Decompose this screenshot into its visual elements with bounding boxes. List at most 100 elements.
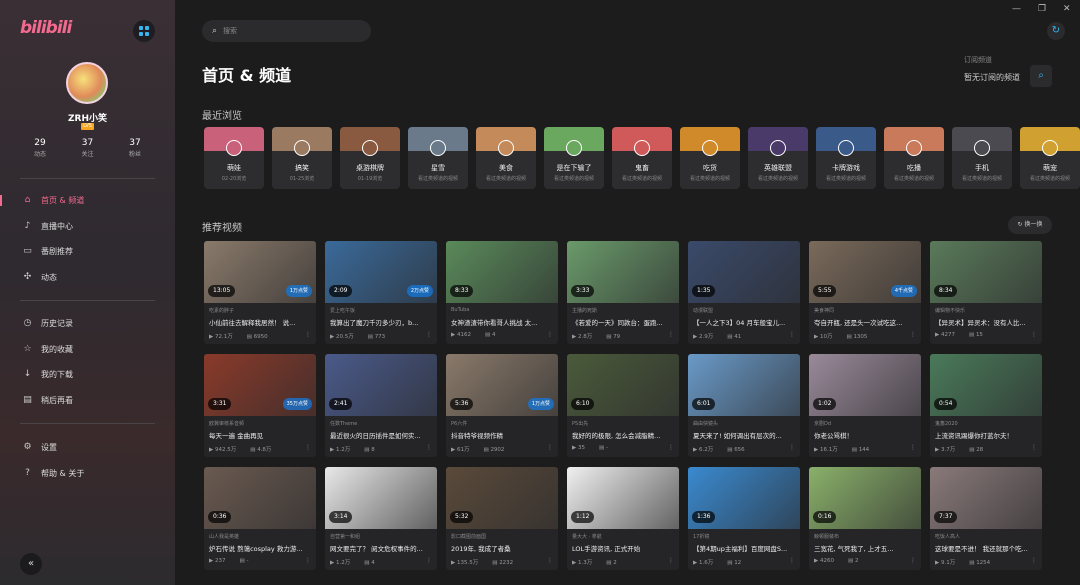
avatar[interactable] <box>66 62 108 104</box>
video-card[interactable]: 1:36 17折镜 【第4期up主福利】百度网盘S... ▶ 1.6万 ▤ 12 ⋮ <box>688 467 800 570</box>
more-options-icon[interactable]: ⋮ <box>305 331 311 338</box>
collapse-sidebar-button[interactable]: « <box>20 553 42 575</box>
recent-channel-card[interactable]: 星雪 看过类频道的视频 <box>408 127 468 189</box>
more-options-icon[interactable]: ⋮ <box>426 331 432 338</box>
video-card[interactable]: 1:35 动漫联盟 【一人之下3】04 月车般宝儿... ▶ 2.9万 ▤ 41 ⋮ <box>688 241 800 344</box>
uploader-name[interactable]: 鲸顿服装布 <box>814 533 916 540</box>
recent-channel-card[interactable]: 搞笑 01-25浏览 <box>272 127 332 189</box>
video-card[interactable]: 5:55 4千点赞 美食神同 夸自开瓶, 还是头一次试吃这... ▶ 10万 ▤ 1305… <box>809 241 921 344</box>
uploader-name[interactable]: 量大大 · 拿航 <box>572 533 674 540</box>
more-options-icon[interactable]: ⋮ <box>668 444 674 451</box>
sidebar-item[interactable]: ✣ 动态 <box>0 265 175 291</box>
video-title[interactable]: 2019年, 我成了者桑 <box>451 543 553 553</box>
close-button[interactable]: ✕ <box>1063 4 1071 14</box>
uploader-name[interactable]: 欧冀审核系音频 <box>209 420 311 427</box>
video-card[interactable]: 8:33 BuTuba 女神渣渣带你看哥人挑战 太... ▶ 4162 ▤ 4 ⋮ <box>446 241 558 344</box>
uploader-name[interactable]: 吃素的胖子 <box>209 307 311 314</box>
uploader-name[interactable]: 动漫联盟 <box>693 307 795 314</box>
more-options-icon[interactable]: ⋮ <box>789 557 795 564</box>
apps-grid-button[interactable] <box>133 20 155 42</box>
uploader-name[interactable]: BuTuba <box>451 307 553 313</box>
video-title[interactable]: 我算出了魔刀千刃多少刃，b... <box>330 317 432 327</box>
more-options-icon[interactable]: ⋮ <box>547 444 553 451</box>
shuffle-button[interactable]: ↻ 换一换 <box>1008 216 1052 234</box>
bilibili-logo[interactable]: bilibili <box>20 18 72 38</box>
video-title[interactable]: 这球要是不进！ 我还就那个吃... <box>935 543 1037 553</box>
uploader-name[interactable]: 主播的死斯 <box>572 307 674 314</box>
uploader-name[interactable]: 自营第一和组 <box>330 533 432 540</box>
recent-channel-card[interactable]: 萌宠 看过类频道的视频 <box>1020 127 1080 189</box>
more-options-icon[interactable]: ⋮ <box>1031 557 1037 564</box>
more-options-icon[interactable]: ⋮ <box>547 331 553 338</box>
uploader-name[interactable]: 吃饭人高人 <box>935 533 1037 540</box>
more-options-icon[interactable]: ⋮ <box>668 557 674 564</box>
uploader-name[interactable]: P5出先 <box>572 420 674 427</box>
recent-channel-card[interactable]: 萌娃 02-20浏览 <box>204 127 264 189</box>
more-options-icon[interactable]: ⋮ <box>426 557 432 564</box>
more-options-icon[interactable]: ⋮ <box>1031 331 1037 338</box>
stat-following[interactable]: 37 关注 <box>68 138 108 158</box>
video-card[interactable]: 5:32 影口截图前面国 2019年, 我成了者桑 ▶ 135.5万 ▤ 2232 ⋮ <box>446 467 558 570</box>
video-title[interactable]: 夏天来了! 如何调出有层次的... <box>693 430 795 440</box>
video-card[interactable]: 0:54 鬼畜2020 上流资讯踢爆你打蓝尔夫！ ▶ 3.7万 ▤ 28 ⋮ <box>930 354 1042 457</box>
uploader-name[interactable]: 曲由快镜头 <box>693 420 795 427</box>
more-options-icon[interactable]: ⋮ <box>910 331 916 338</box>
uploader-name[interactable]: 美食神同 <box>814 307 916 314</box>
uploader-name[interactable]: 鬼畜2020 <box>935 420 1037 427</box>
recent-channel-card[interactable]: 桌游棋牌 01-19浏览 <box>340 127 400 189</box>
more-options-icon[interactable]: ⋮ <box>426 444 432 451</box>
video-title[interactable]: 三宽花, 气死我了, 上才五... <box>814 543 916 553</box>
video-card[interactable]: 7:37 吃饭人高人 这球要是不进！ 我还就那个吃... ▶ 9.1万 ▤ 1254 ⋮ <box>930 467 1042 570</box>
stat-followers[interactable]: 37 粉丝 <box>115 138 155 158</box>
video-card[interactable]: 3:14 自营第一和组 网文要完了？ 阅文危权事件的... ▶ 1.2万 ▤ 4 ⋮ <box>325 467 437 570</box>
more-options-icon[interactable]: ⋮ <box>789 331 795 338</box>
video-card[interactable]: 6:10 P5出先 我好的的极限, 怎么会减脂精... ▶ 35 ▤ - ⋮ <box>567 354 679 457</box>
video-card[interactable]: 0:36 山人我是英雄 炉石传说 熬蔼cosplay 救力游... ▶ 237 ▤ - ⋮ <box>204 467 316 570</box>
recent-channel-card[interactable]: 是在下输了 看过类频道的视频 <box>544 127 604 189</box>
uploader-name[interactable]: 编辑物不快乐 <box>935 307 1037 314</box>
uploader-name[interactable]: 山人我是英雄 <box>209 533 311 540</box>
video-title[interactable]: 每天一遍 金曲再见 <box>209 430 311 440</box>
video-title[interactable]: 女神渣渣带你看哥人挑战 太... <box>451 317 553 327</box>
uploader-name[interactable]: 影口截图前面国 <box>451 533 553 540</box>
more-options-icon[interactable]: ⋮ <box>305 444 311 451</box>
recent-channel-card[interactable]: 吃货 看过类频道的视频 <box>680 127 740 189</box>
uploader-name[interactable]: P6六件 <box>451 420 553 427</box>
video-title[interactable]: 夸自开瓶, 还是头一次试吃这... <box>814 317 916 327</box>
uploader-name[interactable]: 17折镜 <box>693 533 795 540</box>
more-options-icon[interactable]: ⋮ <box>910 444 916 451</box>
uploader-name[interactable]: 爱上吃午饭 <box>330 307 432 314</box>
uploader-name[interactable]: 京剧Dd <box>814 420 916 427</box>
video-title[interactable]: 网文要完了？ 阅文危权事件的... <box>330 543 432 553</box>
recent-channel-card[interactable]: 鬼畜 看过类频道的视频 <box>612 127 672 189</box>
video-card[interactable]: 3:33 主播的死斯 《若爱的一天》同款台：蛋跑... ▶ 2.8万 ▤ 79 ⋮ <box>567 241 679 344</box>
video-title[interactable]: 我好的的极限, 怎么会减脂精... <box>572 430 674 440</box>
video-title[interactable]: 【一人之下3】04 月车般宝儿... <box>693 317 795 327</box>
sidebar-item[interactable]: ☆ 我的收藏 <box>0 337 175 363</box>
maximize-button[interactable]: ❐ <box>1038 4 1046 14</box>
video-card[interactable]: 8:34 编辑物不快乐 【异灵术】异灵术：没有人比... ▶ 4277 ▤ 15 ⋮ <box>930 241 1042 344</box>
video-title[interactable]: 你老公骂棋！ <box>814 430 916 440</box>
video-card[interactable]: 5:36 1万点赞 P6六件 抖音特爷视频作精 ▶ 61万 ▤ 2902 ⋮ <box>446 354 558 457</box>
sidebar-item[interactable]: ▤ 稍后再看 <box>0 388 175 414</box>
recent-channel-card[interactable]: 吃播 看过类频道的视频 <box>884 127 944 189</box>
recent-channel-card[interactable]: 英雄联盟 看过类频道的视频 <box>748 127 808 189</box>
search-bar[interactable]: ⌕ 搜索 <box>202 20 371 42</box>
video-title[interactable]: 【异灵术】异灵术：没有人比... <box>935 317 1037 327</box>
sidebar-item[interactable]: ▭ 番剧推荐 <box>0 239 175 265</box>
video-card[interactable]: 3:31 35万点赞 欧冀审核系音频 每天一遍 金曲再见 ▶ 942.5万 ▤ 4.8万 ⋮ <box>204 354 316 457</box>
stat-dynamics[interactable]: 29 动态 <box>20 138 60 158</box>
more-options-icon[interactable]: ⋮ <box>305 557 311 564</box>
video-title[interactable]: 《若爱的一天》同款台：蛋跑... <box>572 317 674 327</box>
video-card[interactable]: 1:12 量大大 · 拿航 LOL手游资讯, 正式开始 ▶ 1.3万 ▤ 2 ⋮ <box>567 467 679 570</box>
search-input[interactable]: 搜索 <box>223 26 237 36</box>
video-title[interactable]: 最近很火的日历插件是如何实... <box>330 430 432 440</box>
recent-channel-card[interactable]: 美食 看过类频道的视频 <box>476 127 536 189</box>
video-title[interactable]: 小仙前往去解释我居然！ 说... <box>209 317 311 327</box>
video-title[interactable]: 炉石传说 熬蔼cosplay 救力游... <box>209 543 311 553</box>
minimize-button[interactable]: — <box>1012 4 1021 14</box>
video-card[interactable]: 2:09 2万点赞 爱上吃午饭 我算出了魔刀千刃多少刃，b... ▶ 20.5万 ▤ 77… <box>325 241 437 344</box>
sidebar-item[interactable]: ⌂ 首页 & 频道 <box>0 188 175 214</box>
video-title[interactable]: 【第4期up主福利】百度网盘S... <box>693 543 795 553</box>
video-card[interactable]: 6:01 曲由快镜头 夏天来了! 如何调出有层次的... ▶ 6.2万 ▤ 656 ⋮ <box>688 354 800 457</box>
